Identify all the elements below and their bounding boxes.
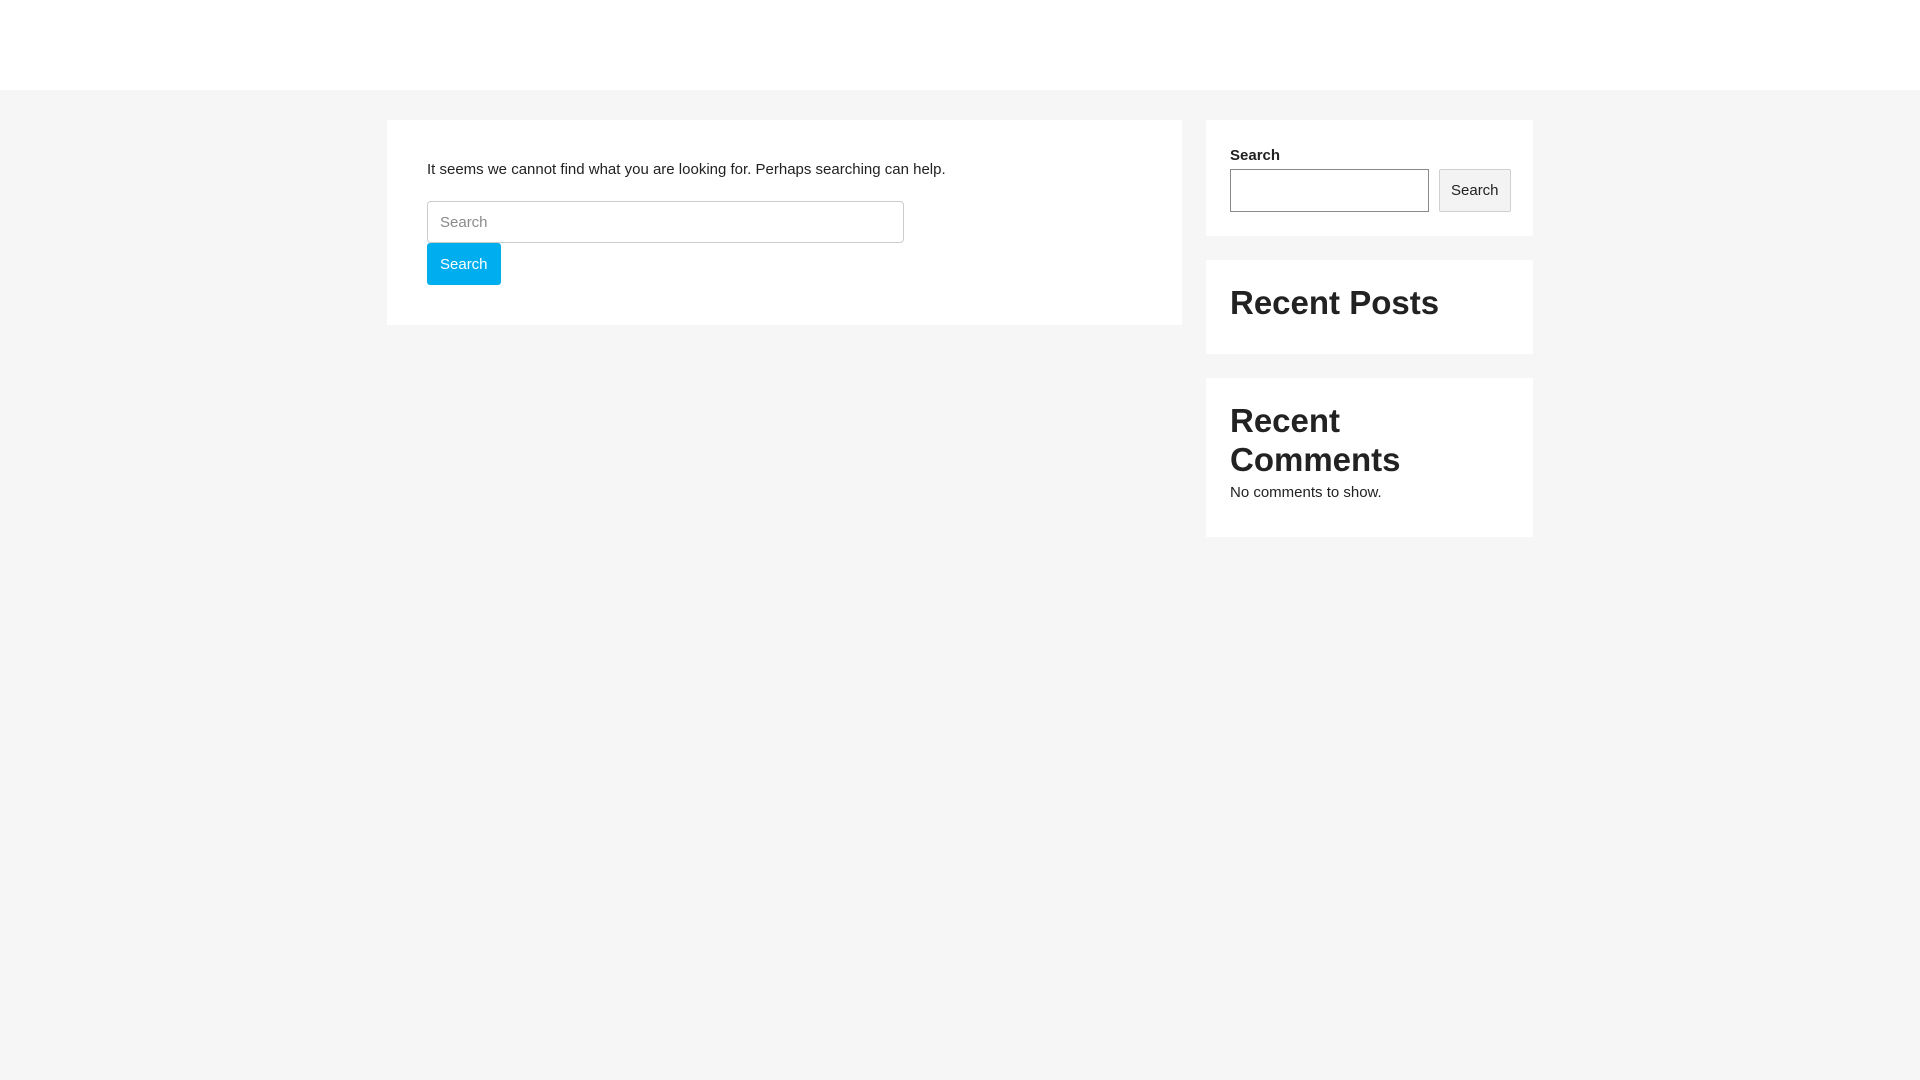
sidebar-search-input[interactable] xyxy=(1230,169,1429,212)
no-comments-text: No comments to show. xyxy=(1230,484,1382,501)
recent-comments-title: Recent Comments xyxy=(1230,402,1401,478)
recent-posts-widget: Recent Posts xyxy=(1206,260,1533,354)
sidebar-search-widget: Search Search xyxy=(1206,120,1533,236)
recent-comments-widget: Recent Comments No comments to show. xyxy=(1206,378,1533,537)
recent-posts-title: Recent Posts xyxy=(1230,284,1440,321)
content-search-form: Search xyxy=(427,201,1142,285)
content-search-input[interactable] xyxy=(427,201,904,243)
sidebar-search-row: Search xyxy=(1230,169,1511,212)
sidebar-search-label: Search xyxy=(1230,147,1281,164)
content-search-button[interactable]: Search xyxy=(427,243,501,285)
no-results-card: It seems we cannot find what you are loo… xyxy=(387,120,1182,325)
sidebar-search-button[interactable]: Search xyxy=(1439,169,1511,212)
site-header xyxy=(0,0,1920,90)
no-results-message: It seems we cannot find what you are loo… xyxy=(427,161,946,178)
